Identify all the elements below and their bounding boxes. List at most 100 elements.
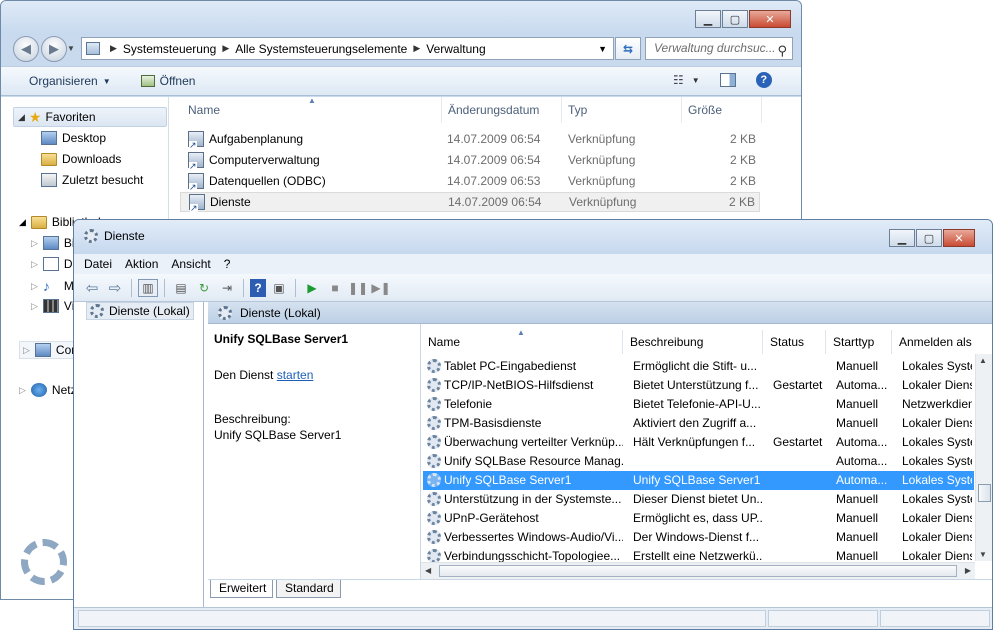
nav-network[interactable]: ▷ Netz xyxy=(19,383,77,397)
horizontal-scrollbar[interactable]: ◀ ▶ xyxy=(421,562,975,579)
service-description: Hält Verknüpfungen f... xyxy=(633,435,756,449)
nav-item-recent[interactable]: Zuletzt besucht xyxy=(41,173,143,187)
file-row-selected[interactable]: Dienste 14.07.2009 06:54 Verknüpfung 2 K… xyxy=(180,192,760,212)
nav-favorites[interactable]: ◢ ★ Favoriten xyxy=(13,107,167,127)
service-row-selected[interactable]: Unify SQLBase Server1 Unify SQLBase Serve… xyxy=(423,471,974,490)
breadcrumb-item[interactable]: Alle Systemsteuerungselemente xyxy=(235,42,407,56)
nav-item-desktop[interactable]: Desktop xyxy=(41,131,106,145)
service-description: Ermöglicht es, dass UP... xyxy=(633,511,763,525)
column-header-name[interactable]: Name ▲ xyxy=(182,96,442,123)
breadcrumb-item[interactable]: Verwaltung xyxy=(426,42,485,56)
close-button[interactable]: ✕ xyxy=(943,229,975,247)
menu-aktion[interactable]: Aktion xyxy=(125,257,158,271)
explorer-window-controls: ▁ ▢ ✕ xyxy=(695,10,791,28)
expand-arrow-icon[interactable]: ▷ xyxy=(31,301,38,312)
scroll-right-icon[interactable]: ▶ xyxy=(965,566,971,575)
expand-arrow-icon[interactable]: ▷ xyxy=(31,259,38,270)
maximize-button[interactable]: ▢ xyxy=(722,10,748,28)
tree-item-services-local[interactable]: Dienste (Lokal) xyxy=(86,302,194,320)
vertical-scrollbar[interactable]: ▲ ▼ xyxy=(975,354,992,561)
address-bar[interactable]: ▶ Systemsteuerung ▶ Alle Systemsteuerung… xyxy=(81,37,614,60)
scroll-left-icon[interactable]: ◀ xyxy=(425,566,431,575)
column-header-date[interactable]: Änderungsdatum xyxy=(442,97,562,123)
column-header-type[interactable]: Typ xyxy=(562,97,682,123)
column-header-logon[interactable]: Anmelden als xyxy=(892,330,992,354)
tab-extended[interactable]: Erweitert xyxy=(210,580,274,598)
service-row[interactable]: Unterstützung in der Systemste... Dieser … xyxy=(423,490,974,509)
service-row[interactable]: Tablet PC-Eingabedienst Ermöglicht die St… xyxy=(423,357,974,376)
expand-arrow-icon[interactable]: ▷ xyxy=(31,238,38,249)
service-row[interactable]: TCP/IP-NetBIOS-Hilfsdienst Bietet Unterst… xyxy=(423,376,974,395)
forward-arrow-icon[interactable]: ⇨ xyxy=(105,279,125,297)
preview-pane-icon[interactable] xyxy=(719,73,736,87)
service-startup-type: Automa... xyxy=(836,435,888,449)
menu-datei[interactable]: Datei xyxy=(84,257,112,271)
nav-item-downloads[interactable]: Downloads xyxy=(41,152,121,166)
stop-service-icon[interactable]: ■ xyxy=(325,279,345,297)
search-icon[interactable]: ⚲ xyxy=(777,40,787,61)
close-button[interactable]: ✕ xyxy=(749,10,791,28)
open-button[interactable]: Öffnen xyxy=(131,74,206,88)
start-service-icon[interactable]: ▶ xyxy=(302,279,322,297)
expand-arrow-icon[interactable]: ▷ xyxy=(31,281,38,292)
tab-standard[interactable]: Standard xyxy=(276,580,341,598)
collapse-arrow-icon[interactable]: ◢ xyxy=(18,112,25,123)
organize-button[interactable]: Organisieren ▼ xyxy=(1,74,121,88)
export-list-icon[interactable]: ⇥ xyxy=(217,279,237,297)
nav-item-music[interactable]: ▷ ♪ M xyxy=(31,278,74,294)
console-tree: Dienste (Lokal) xyxy=(80,302,204,607)
nav-item-pictures[interactable]: ▷ Bil xyxy=(31,236,77,250)
address-dropdown-icon[interactable]: ▼ xyxy=(598,44,607,54)
search-input[interactable]: Verwaltung durchsuc... ⚲ xyxy=(645,37,793,60)
forward-button[interactable]: ▶ xyxy=(41,36,67,62)
column-header-startup-type[interactable]: Starttyp xyxy=(826,330,892,354)
refresh-icon[interactable]: ↻ xyxy=(194,279,214,297)
column-header-description[interactable]: Beschreibung xyxy=(623,330,763,354)
explorer-titlebar[interactable] xyxy=(1,1,801,35)
column-header-name[interactable]: Name ▲ xyxy=(421,328,623,354)
view-details-icon[interactable]: ☷ xyxy=(673,73,684,87)
back-arrow-icon[interactable]: ⇦ xyxy=(82,279,102,297)
menu-help[interactable]: ? xyxy=(224,257,231,271)
service-row[interactable]: Überwachung verteilter Verknüp... Hält Ve… xyxy=(423,433,974,452)
scroll-up-icon[interactable]: ▲ xyxy=(979,356,987,365)
help-icon[interactable]: ? xyxy=(250,278,266,297)
services-titlebar[interactable]: Dienste xyxy=(74,220,992,254)
start-service-link[interactable]: starten xyxy=(277,368,314,382)
scroll-thumb[interactable] xyxy=(978,484,991,502)
minimize-button[interactable]: ▁ xyxy=(889,229,915,247)
pause-service-icon[interactable]: ❚❚ xyxy=(348,279,368,297)
refresh-button[interactable]: ⇆ xyxy=(615,37,641,60)
nav-item-videos[interactable]: ▷ Vi xyxy=(31,299,74,313)
action-pane-icon[interactable]: ▣ xyxy=(269,279,289,297)
breadcrumb-item[interactable]: Systemsteuerung xyxy=(123,42,216,56)
collapse-arrow-icon[interactable]: ◢ xyxy=(19,217,26,228)
help-icon[interactable]: ? xyxy=(755,72,772,88)
history-dropdown-icon[interactable]: ▼ xyxy=(67,44,75,53)
file-row[interactable]: Datenquellen (ODBC) 14.07.2009 06:53 Ver… xyxy=(180,171,760,191)
properties-icon[interactable]: ▤ xyxy=(171,279,191,297)
scroll-down-icon[interactable]: ▼ xyxy=(979,550,987,559)
menu-ansicht[interactable]: Ansicht xyxy=(171,257,210,271)
service-row[interactable]: Telefonie Bietet Telefonie-API-U... Manuel… xyxy=(423,395,974,414)
scroll-thumb[interactable] xyxy=(439,565,957,577)
expand-arrow-icon[interactable]: ▷ xyxy=(23,345,30,356)
service-row[interactable]: UPnP-Gerätehost Ermöglicht es, dass UP...… xyxy=(423,509,974,528)
show-hide-console-tree-icon[interactable]: ▥ xyxy=(138,278,158,297)
restart-service-icon[interactable]: ▶❚ xyxy=(371,279,391,297)
service-name-cell: Tablet PC-Eingabedienst xyxy=(427,359,623,373)
file-row[interactable]: Aufgabenplanung 14.07.2009 06:54 Verknüp… xyxy=(180,129,760,149)
service-row[interactable]: Unify SQLBase Resource Manag... Automa...… xyxy=(423,452,974,471)
view-dropdown-icon[interactable]: ▼ xyxy=(692,76,700,85)
file-row[interactable]: Computerverwaltung 14.07.2009 06:54 Verk… xyxy=(180,150,760,170)
column-header-size[interactable]: Größe xyxy=(682,97,762,123)
minimize-button[interactable]: ▁ xyxy=(695,10,721,28)
service-row[interactable]: Verbessertes Windows-Audio/Vi... Der Wind… xyxy=(423,528,974,547)
expand-arrow-icon[interactable]: ▷ xyxy=(19,385,26,396)
service-row[interactable]: TPM-Basisdienste Aktiviert den Zugriff a.… xyxy=(423,414,974,433)
back-button[interactable]: ◀ xyxy=(13,36,39,62)
service-description: Erstellt eine Netzwerkü... xyxy=(633,549,763,563)
file-date: 14.07.2009 06:53 xyxy=(447,174,541,188)
maximize-button[interactable]: ▢ xyxy=(916,229,942,247)
column-header-status[interactable]: Status xyxy=(763,330,826,354)
